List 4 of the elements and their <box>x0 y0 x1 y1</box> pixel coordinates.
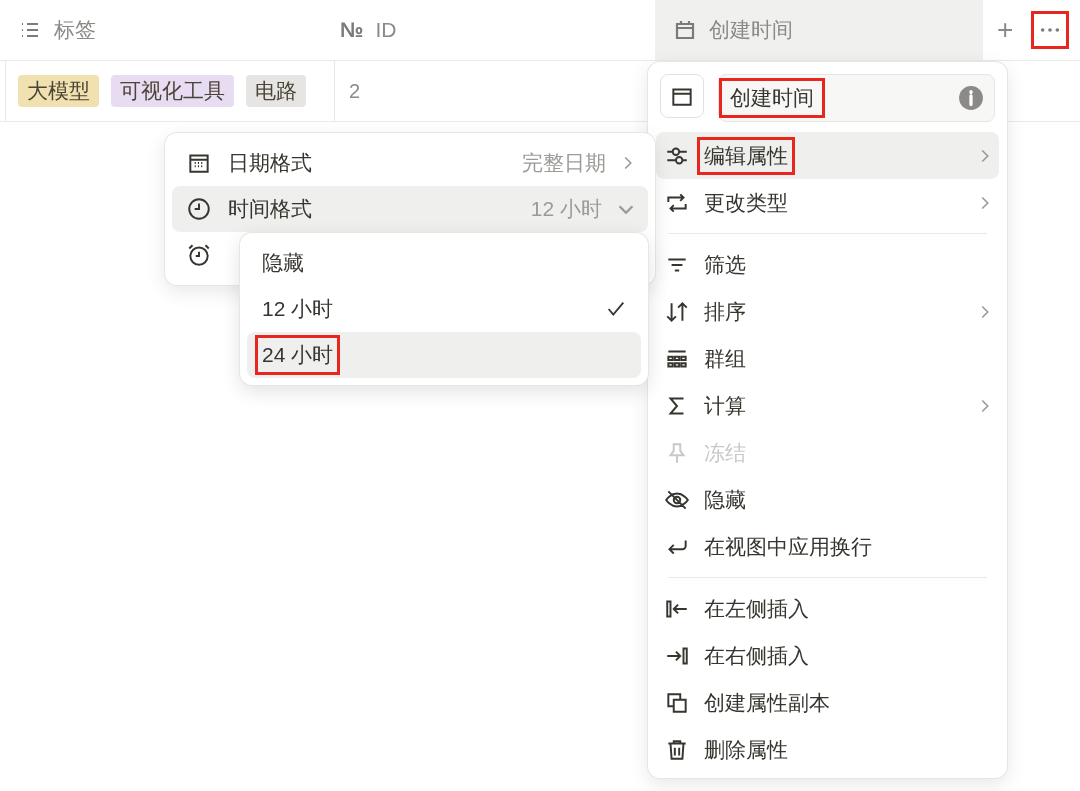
tag: 大模型 <box>18 75 99 107</box>
table-cell: 2 <box>349 79 361 103</box>
tag: 可视化工具 <box>111 75 234 107</box>
tag: 电路 <box>246 75 306 107</box>
